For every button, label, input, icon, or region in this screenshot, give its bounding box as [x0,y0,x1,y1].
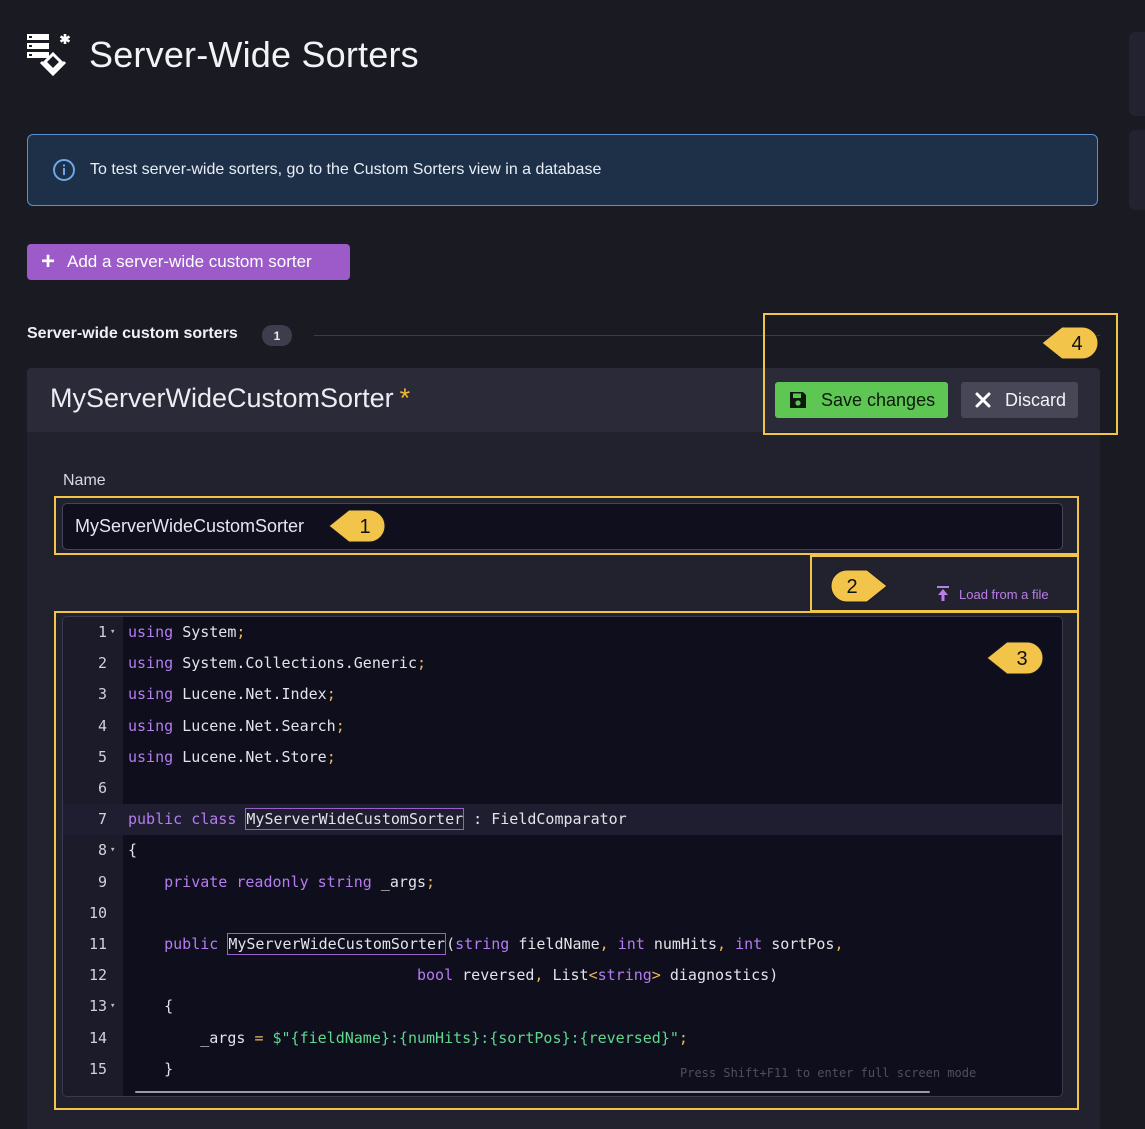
callout-marker-4: 4 [1041,326,1099,360]
scroll-strip-top [1129,32,1145,116]
callout-box-name [54,496,1079,555]
page-title: Server-Wide Sorters [89,34,419,75]
add-server-wide-sorter-button[interactable]: + Add a server-wide custom sorter [27,244,350,280]
callout-marker-3: 3 [986,641,1044,675]
add-button-label: Add a server-wide custom sorter [67,252,312,271]
info-banner-text: To test server-wide sorters, go to the C… [90,161,602,178]
section-title: Server-wide custom sorters [27,325,238,342]
callout-marker-1: 1 [328,509,386,543]
plus-icon: + [41,248,56,275]
server-sorter-icon [27,34,71,77]
scroll-strip-mid [1129,130,1145,210]
name-field-label: Name [63,472,106,489]
svg-text:1: 1 [359,516,370,538]
page-header: Server-Wide Sorters [27,30,419,80]
modified-marker: * [399,383,411,413]
callout-box-editor [54,611,1079,1110]
info-icon [53,159,75,181]
svg-text:2: 2 [846,576,857,598]
callout-marker-2: 2 [830,569,888,603]
svg-text:3: 3 [1016,648,1027,670]
svg-text:4: 4 [1071,333,1082,355]
count-badge: 1 [262,325,292,346]
sorter-title-text: MyServerWideCustomSorter [50,383,394,413]
info-banner: To test server-wide sorters, go to the C… [27,134,1098,206]
sorter-card-title: MyServerWideCustomSorter * [50,383,410,414]
